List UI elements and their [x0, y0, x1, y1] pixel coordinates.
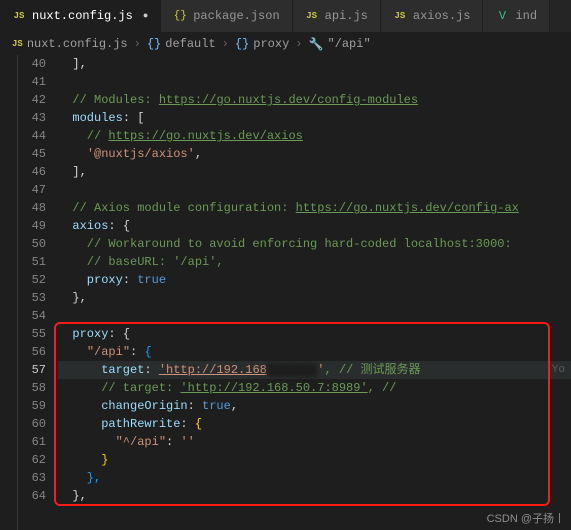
- code-line: [58, 73, 571, 91]
- code-text: },: [58, 291, 87, 305]
- code-string: "/api": [87, 345, 130, 359]
- tab-bar: JS nuxt.config.js ● {} package.json JS a…: [0, 0, 571, 33]
- code-text: : [: [123, 111, 145, 125]
- code-text: ],: [58, 165, 87, 179]
- code-key: pathRewrite: [58, 417, 180, 431]
- code-link[interactable]: https://go.nuxtjs.dev/config-modules: [159, 93, 418, 107]
- modified-dot-icon: ●: [143, 11, 148, 21]
- js-icon: JS: [12, 39, 23, 49]
- brace-icon: {}: [235, 37, 249, 51]
- code-comment: // baseURL: '/api',: [58, 255, 224, 269]
- redacted-text: XXXXXXX: [267, 363, 317, 377]
- code-bool: true: [202, 399, 231, 413]
- code-text: ],: [58, 57, 87, 71]
- code-text: [58, 147, 87, 161]
- tab-label: ind: [515, 9, 537, 23]
- breadcrumb-file: nuxt.config.js: [27, 37, 128, 51]
- watermark: CSDN @子扬丨: [487, 510, 565, 526]
- code-text: : {: [108, 327, 130, 341]
- tab-axios-js[interactable]: JS axios.js: [381, 0, 484, 32]
- vue-icon: V: [495, 9, 509, 23]
- left-margin: [0, 55, 18, 530]
- chevron-right-icon: ›: [134, 37, 141, 51]
- code-key: proxy: [58, 327, 108, 341]
- code-line: [58, 181, 571, 199]
- tab-label: package.json: [193, 9, 279, 23]
- code-bool: true: [137, 273, 166, 287]
- chevron-right-icon: ›: [222, 37, 229, 51]
- breadcrumb-seg: "/api": [327, 37, 370, 51]
- breadcrumb-seg: proxy: [253, 37, 289, 51]
- tab-api-js[interactable]: JS api.js: [293, 0, 381, 32]
- code-string: "^/api": [116, 435, 166, 449]
- code-line: [58, 307, 571, 325]
- code-string: '@nuxtjs/axios': [87, 147, 195, 161]
- brace-icon: {}: [147, 37, 161, 51]
- code-comment: // Modules:: [58, 93, 159, 107]
- line-gutter: 40414243 44454647 48495051 52535455 5657…: [18, 55, 58, 530]
- js-icon: JS: [393, 9, 407, 23]
- code-comment: , // 测试服务器: [324, 363, 420, 377]
- inline-hint: Yo: [552, 361, 565, 379]
- code-text: : {: [108, 219, 130, 233]
- code-key: changeOrigin: [58, 399, 188, 413]
- code-link: 'http://192.168.50.7:8989': [180, 381, 367, 395]
- tab-label: axios.js: [413, 9, 471, 23]
- json-icon: {}: [173, 9, 187, 23]
- breadcrumb[interactable]: JS nuxt.config.js › {} default › {} prox…: [0, 33, 571, 55]
- code-text: },: [58, 489, 87, 503]
- code-link[interactable]: https://go.nuxtjs.dev/config-ax: [296, 201, 519, 215]
- code-text: },: [58, 471, 101, 485]
- code-key: axios: [58, 219, 108, 233]
- tab-package-json[interactable]: {} package.json: [161, 0, 292, 32]
- tab-label: nuxt.config.js: [32, 9, 133, 23]
- code-text: }: [58, 453, 108, 467]
- tab-label: api.js: [325, 9, 368, 23]
- code-string: '': [180, 435, 194, 449]
- chevron-right-icon: ›: [295, 37, 302, 51]
- js-icon: JS: [305, 9, 319, 23]
- tab-nuxt-config[interactable]: JS nuxt.config.js ●: [0, 0, 161, 32]
- breadcrumb-seg: default: [165, 37, 215, 51]
- code-comment: // Workaround to avoid enforcing hard-co…: [58, 237, 519, 251]
- code-editor[interactable]: 40414243 44454647 48495051 52535455 5657…: [0, 55, 571, 530]
- code-comment: , //: [368, 381, 397, 395]
- code-comment: // Axios module configuration:: [58, 201, 296, 215]
- code-key: proxy: [58, 273, 123, 287]
- code-area[interactable]: ], // Modules: https://go.nuxtjs.dev/con…: [58, 55, 571, 530]
- code-string: 'http://192.168: [159, 363, 267, 377]
- code-comment: //: [58, 129, 108, 143]
- code-key: modules: [58, 111, 123, 125]
- wrench-icon: 🔧: [309, 37, 324, 52]
- code-link[interactable]: https://go.nuxtjs.dev/axios: [108, 129, 302, 143]
- tab-vue[interactable]: V ind: [483, 0, 550, 32]
- code-key: target: [58, 363, 144, 377]
- js-icon: JS: [12, 9, 26, 23]
- code-comment: // target:: [58, 381, 180, 395]
